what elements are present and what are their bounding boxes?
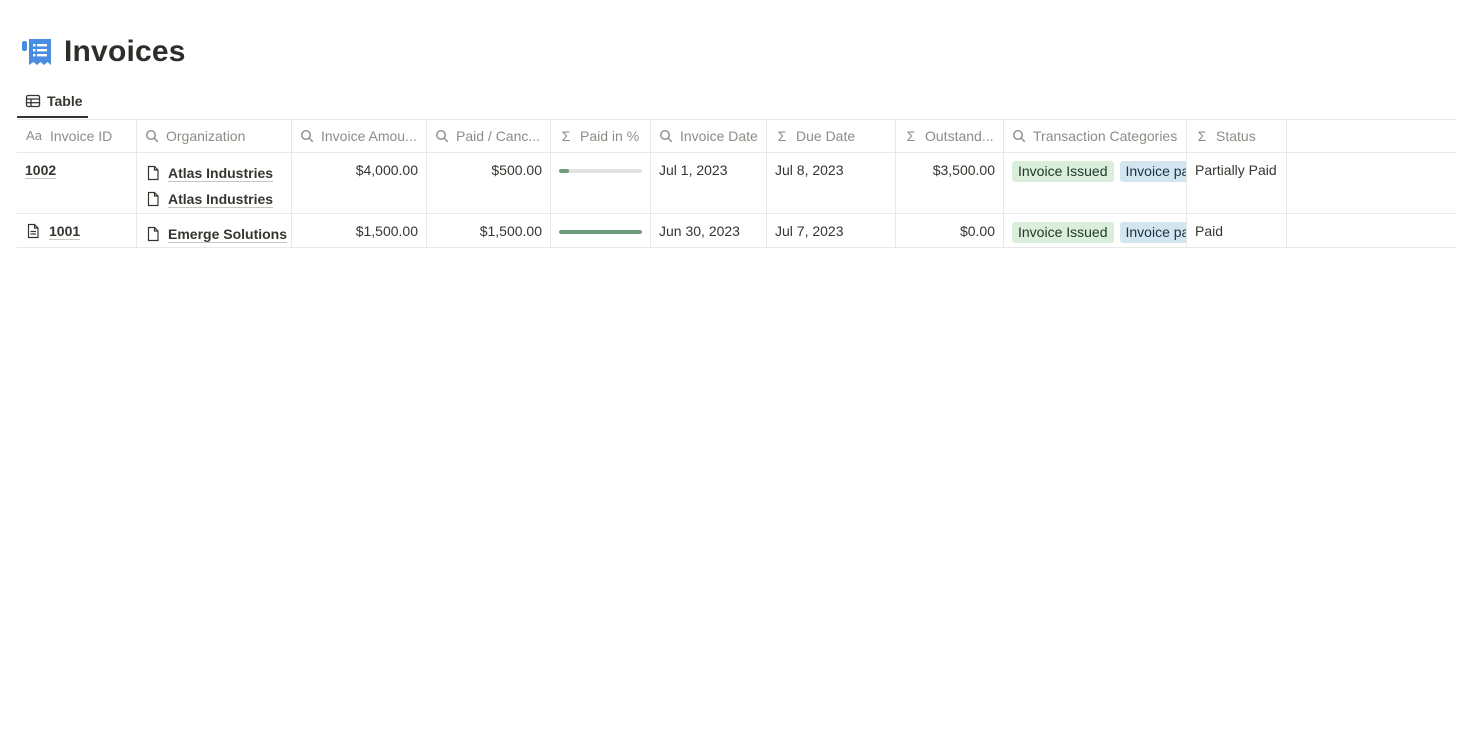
page-header: Invoices <box>22 32 186 72</box>
column-header-organization[interactable]: Organization <box>137 119 291 152</box>
invoice-date-cell[interactable]: Jun 30, 2023 <box>651 214 766 247</box>
paid-percent-cell[interactable] <box>551 214 650 247</box>
outstanding-cell[interactable]: $0.00 <box>896 214 1003 247</box>
title-aa-icon: Aa <box>26 128 42 143</box>
due-date-cell[interactable]: Jul 8, 2023 <box>767 153 895 213</box>
column-header-transaction-categories[interactable]: Transaction Categories <box>1004 119 1186 152</box>
column-header-outstanding[interactable]: Σ Outstand... <box>896 119 1003 152</box>
column-divider <box>1286 119 1287 247</box>
column-header-status[interactable]: Σ Status <box>1187 119 1286 152</box>
organization-link[interactable]: Atlas Industries <box>145 186 283 212</box>
progress-bar <box>559 169 642 173</box>
invoice-date-cell[interactable]: Jul 1, 2023 <box>651 153 766 213</box>
organization-link[interactable]: Atlas Industries <box>145 160 283 186</box>
due-date-cell[interactable]: Jul 7, 2023 <box>767 214 895 247</box>
organization-link[interactable]: Emerge Solutions <box>145 221 287 247</box>
invoice-amount-cell[interactable]: $4,000.00 <box>292 153 426 213</box>
tab-table-label: Table <box>47 92 83 109</box>
tab-table[interactable]: Table <box>17 85 88 118</box>
invoice-id-cell[interactable]: 1001 <box>17 214 136 247</box>
table-icon <box>25 93 41 109</box>
table-bottom-border <box>17 247 1457 248</box>
invoice-amount-cell[interactable]: $1,500.00 <box>292 214 426 247</box>
view-tabs: Table <box>17 85 1457 119</box>
tag-list: Invoice Issued Invoice pa <box>1012 161 1186 182</box>
status-cell[interactable]: Partially Paid <box>1187 153 1286 213</box>
page-icon <box>145 226 161 242</box>
progress-bar-fill <box>559 169 570 173</box>
transaction-categories-cell[interactable]: Invoice Issued Invoice pa <box>1004 153 1186 213</box>
formula-sigma-icon: Σ <box>1197 127 1207 144</box>
rollup-search-icon <box>1012 129 1026 143</box>
organization-cell[interactable]: Atlas Industries Atlas Industries <box>137 153 291 213</box>
transaction-categories-cell[interactable]: Invoice Issued Invoice pa <box>1004 214 1186 247</box>
invoice-id-link[interactable]: 1002 <box>25 162 56 178</box>
paid-cancelled-cell[interactable]: $1,500.00 <box>427 214 550 247</box>
invoice-id-link[interactable]: 1001 <box>49 223 80 239</box>
category-tag: Invoice pa <box>1119 161 1186 182</box>
formula-sigma-icon: Σ <box>906 127 916 144</box>
formula-sigma-icon: Σ <box>561 127 571 144</box>
formula-sigma-icon: Σ <box>777 127 787 144</box>
column-header-paid-cancelled[interactable]: Paid / Canc... <box>427 119 550 152</box>
receipt-icon[interactable] <box>22 36 54 68</box>
organization-cell[interactable]: Emerge Solutions <box>137 214 291 247</box>
page-icon <box>145 191 161 207</box>
category-tag: Invoice Issued <box>1012 222 1114 243</box>
paid-cancelled-cell[interactable]: $500.00 <box>427 153 550 213</box>
column-header-invoice-id[interactable]: Aa Invoice ID <box>17 119 136 152</box>
outstanding-cell[interactable]: $3,500.00 <box>896 153 1003 213</box>
paid-percent-cell[interactable] <box>551 153 650 213</box>
page-icon <box>145 165 161 181</box>
category-tag: Invoice Issued <box>1012 161 1114 182</box>
document-icon <box>25 223 41 239</box>
invoice-id-cell[interactable]: 1002 <box>17 153 136 213</box>
column-header-paid-percent[interactable]: Σ Paid in % <box>551 119 650 152</box>
invoices-page: Invoices Table Aa Invoice ID Organizatio… <box>0 0 1457 755</box>
progress-bar <box>559 230 642 234</box>
column-header-invoice-date[interactable]: Invoice Date <box>651 119 766 152</box>
page-title[interactable]: Invoices <box>64 35 186 69</box>
progress-bar-fill <box>559 230 642 234</box>
column-header-invoice-amount[interactable]: Invoice Amou... <box>292 119 426 152</box>
tag-list: Invoice Issued Invoice pa <box>1012 222 1186 243</box>
rollup-search-icon <box>300 129 314 143</box>
category-tag: Invoice pa <box>1119 222 1186 243</box>
rollup-search-icon <box>145 129 159 143</box>
rollup-search-icon <box>435 129 449 143</box>
status-cell[interactable]: Paid <box>1187 214 1286 247</box>
column-header-due-date[interactable]: Σ Due Date <box>767 119 895 152</box>
rollup-search-icon <box>659 129 673 143</box>
